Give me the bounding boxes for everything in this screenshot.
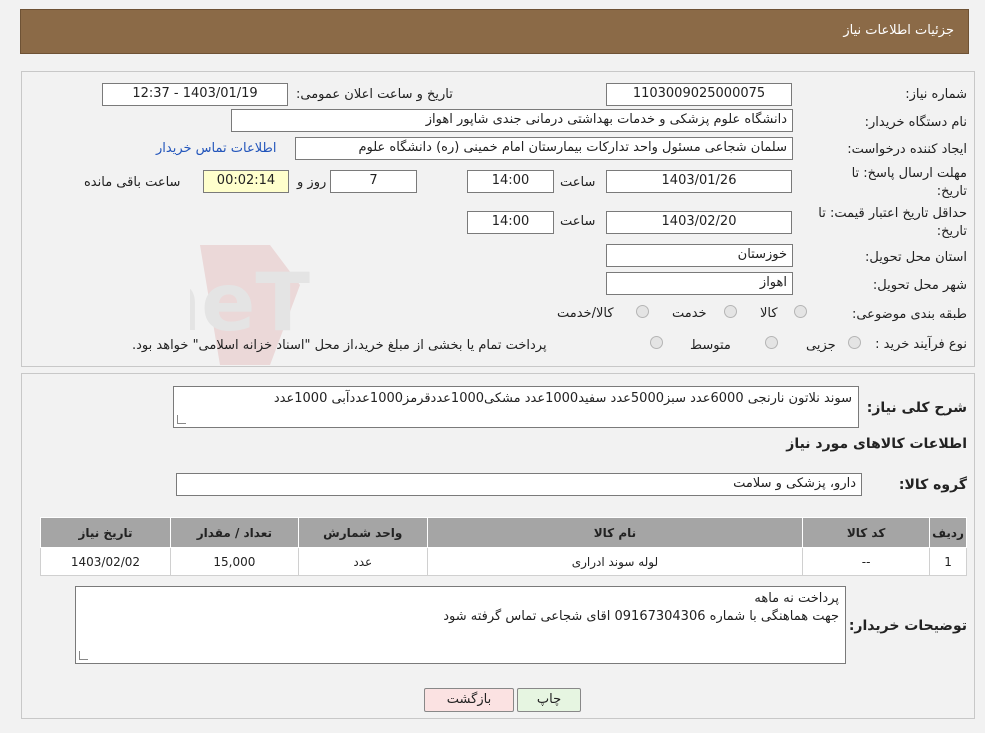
summary-label: شرح کلی نیاز: — [866, 400, 967, 416]
requester-label: ایجاد کننده درخواست: — [847, 142, 967, 157]
goods-info-title: اطلاعات کالاهای مورد نیاز — [786, 436, 967, 452]
buyer-contact-link[interactable]: اطلاعات تماس خریدار — [156, 141, 276, 156]
province-label: استان محل تحویل: — [865, 250, 967, 265]
buyer-notes-textarea[interactable]: پرداخت نه ماهه جهت هماهنگی با شماره 0916… — [75, 586, 846, 664]
col-unit-header: واحد شمارش — [297, 517, 428, 548]
goods-table: ردیف کد کالا نام کالا واحد شمارش تعداد /… — [40, 517, 967, 576]
cell-row: 1 — [929, 547, 967, 576]
col-code-header: کد کالا — [802, 517, 931, 548]
goods-group-field: دارو، پزشکی و سلامت — [176, 473, 862, 496]
process-radio-small[interactable] — [848, 336, 861, 349]
validity-time-field: 14:00 — [467, 211, 554, 234]
remaining-time-field: 00:02:14 — [203, 170, 289, 193]
deadline-date-field: 1403/01/26 — [606, 170, 792, 193]
process-note: پرداخت تمام یا بخشی از مبلغ خرید،از محل … — [132, 338, 547, 353]
province-field: خوزستان — [606, 244, 793, 267]
process-small-label: جزیی — [806, 338, 836, 353]
category-radio-service[interactable] — [724, 305, 737, 318]
category-radio-goods[interactable] — [794, 305, 807, 318]
validity-time-label: ساعت — [560, 214, 596, 229]
cell-date: 1403/02/02 — [40, 547, 171, 576]
back-button[interactable]: بازگشت — [424, 688, 514, 712]
deadline-time-field: 14:00 — [467, 170, 554, 193]
need-number-label: شماره نیاز: — [905, 87, 967, 102]
process-medium-label: متوسط — [690, 338, 731, 353]
deadline-label: مهلت ارسال پاسخ: تا — [851, 166, 967, 181]
category-label: طبقه بندی موضوعی: — [851, 307, 967, 322]
process-note-checkbox[interactable] — [650, 336, 663, 349]
process-label: نوع فرآیند خرید : — [875, 337, 967, 352]
col-qty-header: تعداد / مقدار — [169, 517, 299, 548]
buyer-org-label: نام دستگاه خریدار: — [864, 115, 967, 130]
need-number-field: 1103009025000075 — [606, 83, 792, 106]
resize-grip-icon[interactable] — [177, 415, 186, 424]
remaining-label: ساعت باقی مانده — [84, 175, 181, 190]
page-title: جزئیات اطلاعات نیاز — [843, 23, 954, 38]
deadline-time-label: ساعت — [560, 175, 596, 190]
city-field: اهواز — [606, 272, 793, 295]
col-date-header: تاریخ نیاز — [40, 517, 171, 548]
buyer-notes-line-2: جهت هماهنگی با شماره 09167304306 اقای شج… — [443, 609, 839, 624]
validity-label-2: تاریخ: — [936, 224, 967, 239]
category-goods-label: کالا — [760, 306, 778, 321]
buyer-notes-line-1: پرداخت نه ماهه — [754, 591, 839, 606]
category-service-label: خدمت — [672, 306, 707, 321]
city-label: شهر محل تحویل: — [872, 278, 967, 293]
summary-text: سوند نلاتون نارنجی 6000عدد سبز5000عدد سف… — [273, 391, 852, 406]
table-row: 1 -- لوله سوند ادراری عدد 15,000 1403/02… — [40, 547, 967, 576]
validity-date-field: 1403/02/20 — [606, 211, 792, 234]
requester-field: سلمان شجاعی مسئول واحد تدارکات بیمارستان… — [295, 137, 793, 160]
resize-grip-icon[interactable] — [79, 651, 88, 660]
category-goods-service-label: کالا/خدمت — [557, 306, 614, 321]
announce-label: تاریخ و ساعت اعلان عمومی: — [296, 87, 453, 102]
deadline-label-2: تاریخ: — [936, 184, 967, 199]
category-radio-goods-service[interactable] — [636, 305, 649, 318]
days-field: 7 — [330, 170, 417, 193]
cell-qty: 15,000 — [169, 547, 299, 576]
announce-field: 1403/01/19 - 12:37 — [102, 83, 288, 106]
summary-textarea[interactable]: سوند نلاتون نارنجی 6000عدد سبز5000عدد سف… — [173, 386, 859, 428]
buyer-notes-label: توضیحات خریدار: — [848, 618, 967, 634]
buyer-org-field: دانشگاه علوم پزشکی و خدمات بهداشتی درمان… — [231, 109, 793, 132]
cell-unit: عدد — [297, 547, 428, 576]
print-button[interactable]: چاپ — [517, 688, 581, 712]
cell-code: -- — [802, 547, 931, 576]
validity-label: حداقل تاریخ اعتبار قیمت: تا — [818, 206, 967, 221]
col-row-header: ردیف — [929, 517, 967, 548]
page-header: جزئیات اطلاعات نیاز — [20, 9, 969, 54]
process-radio-medium[interactable] — [765, 336, 778, 349]
days-label: روز و — [297, 175, 327, 190]
col-name-header: نام کالا — [426, 517, 804, 548]
cell-name: لوله سوند ادراری — [426, 547, 804, 576]
goods-group-label: گروه کالا: — [898, 477, 967, 493]
table-header-row: ردیف کد کالا نام کالا واحد شمارش تعداد /… — [40, 517, 967, 548]
